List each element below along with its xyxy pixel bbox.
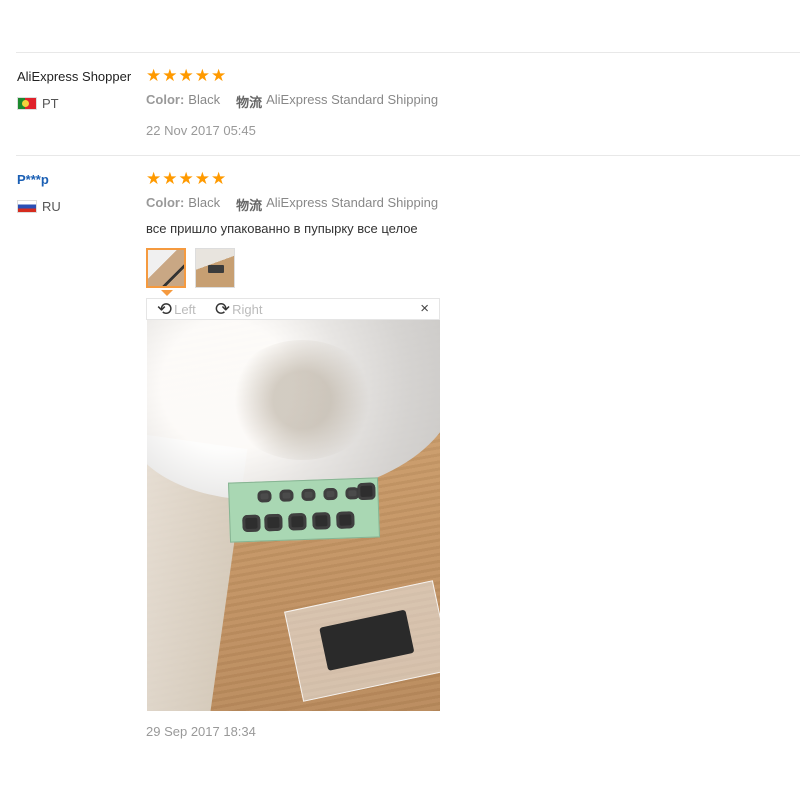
russia-flag-icon [17, 200, 37, 213]
rotate-right-label: Right [232, 301, 263, 317]
star-icon: ★ [211, 169, 227, 188]
color-label: Color: [146, 195, 185, 210]
order-info: Color: Black 物流 AliExpress Standard Ship… [146, 195, 438, 214]
shipping-value: AliExpress Standard Shipping [266, 195, 439, 210]
top-divider [16, 52, 800, 53]
star-icon: ★ [146, 169, 162, 188]
star-icon: ★ [178, 66, 194, 85]
country-code: RU [42, 199, 61, 214]
reviewer-country: PT [17, 96, 59, 111]
star-icon: ★ [194, 169, 210, 188]
star-icon: ★ [162, 169, 178, 188]
portugal-flag-icon [17, 97, 37, 110]
order-info: Color: Black 物流 AliExpress Standard Ship… [146, 92, 438, 111]
reviewer-name: AliExpress Shopper [17, 69, 132, 84]
rotate-left-icon: ⟲ [157, 299, 173, 319]
shipping-label: 物流 [236, 95, 263, 110]
review-divider [16, 155, 800, 156]
review-photo-thumbnail-1[interactable] [146, 248, 186, 288]
shipping-label: 物流 [236, 198, 263, 213]
star-icon: ★ [178, 169, 194, 188]
star-rating: ★ ★ ★ ★ ★ [146, 66, 227, 85]
reviewer-name[interactable]: P***p [17, 172, 49, 187]
close-viewer-button[interactable]: × [420, 301, 429, 317]
thumbnail-image [148, 250, 184, 286]
color-value: Black [188, 195, 221, 210]
color-value: Black [188, 92, 221, 107]
rotate-left-label: Left [174, 301, 196, 317]
rotate-right-button[interactable]: ⟳ Right [215, 300, 262, 318]
shipping-value: AliExpress Standard Shipping [266, 92, 439, 107]
star-icon: ★ [162, 66, 178, 85]
review-date: 22 Nov 2017 05:45 [146, 123, 256, 138]
review-photo-thumbnail-2[interactable] [195, 248, 235, 288]
star-icon: ★ [211, 66, 227, 85]
active-thumb-pointer [161, 290, 173, 296]
star-icon: ★ [194, 66, 210, 85]
photo-viewer-toolbar: ⟲ Left ⟳ Right × [146, 298, 440, 320]
rotate-right-icon: ⟳ [215, 299, 231, 319]
reviewer-country: RU [17, 199, 61, 214]
review-date: 29 Sep 2017 18:34 [146, 724, 256, 739]
enlarged-review-photo [147, 320, 440, 711]
star-rating: ★ ★ ★ ★ ★ [146, 169, 227, 188]
thumbnail-image [196, 249, 234, 287]
country-code: PT [42, 96, 59, 111]
color-label: Color: [146, 92, 185, 107]
review-text: все пришло упакованно в пупырку все цело… [146, 221, 418, 236]
rotate-left-button[interactable]: ⟲ Left [157, 300, 196, 318]
star-icon: ★ [146, 66, 162, 85]
